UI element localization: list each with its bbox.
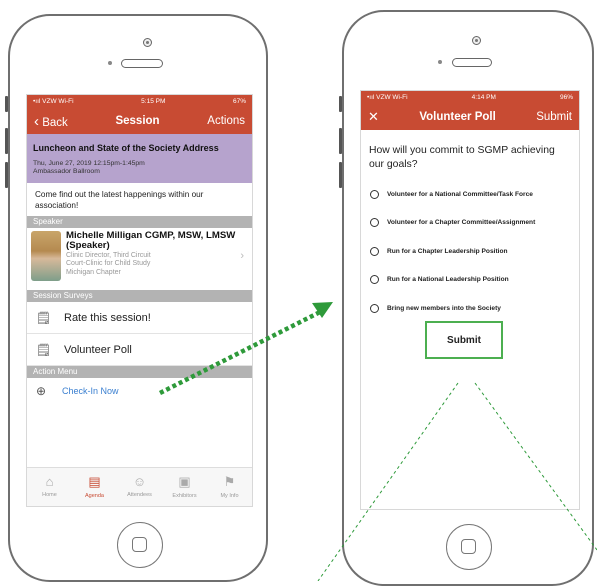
annotation-overlay	[158, 302, 597, 581]
annotation-guide-line-left	[317, 382, 459, 581]
annotation-arrow-head	[312, 302, 333, 318]
annotation-guide-line-right	[474, 382, 597, 551]
annotation-arrow-line	[158, 308, 324, 396]
